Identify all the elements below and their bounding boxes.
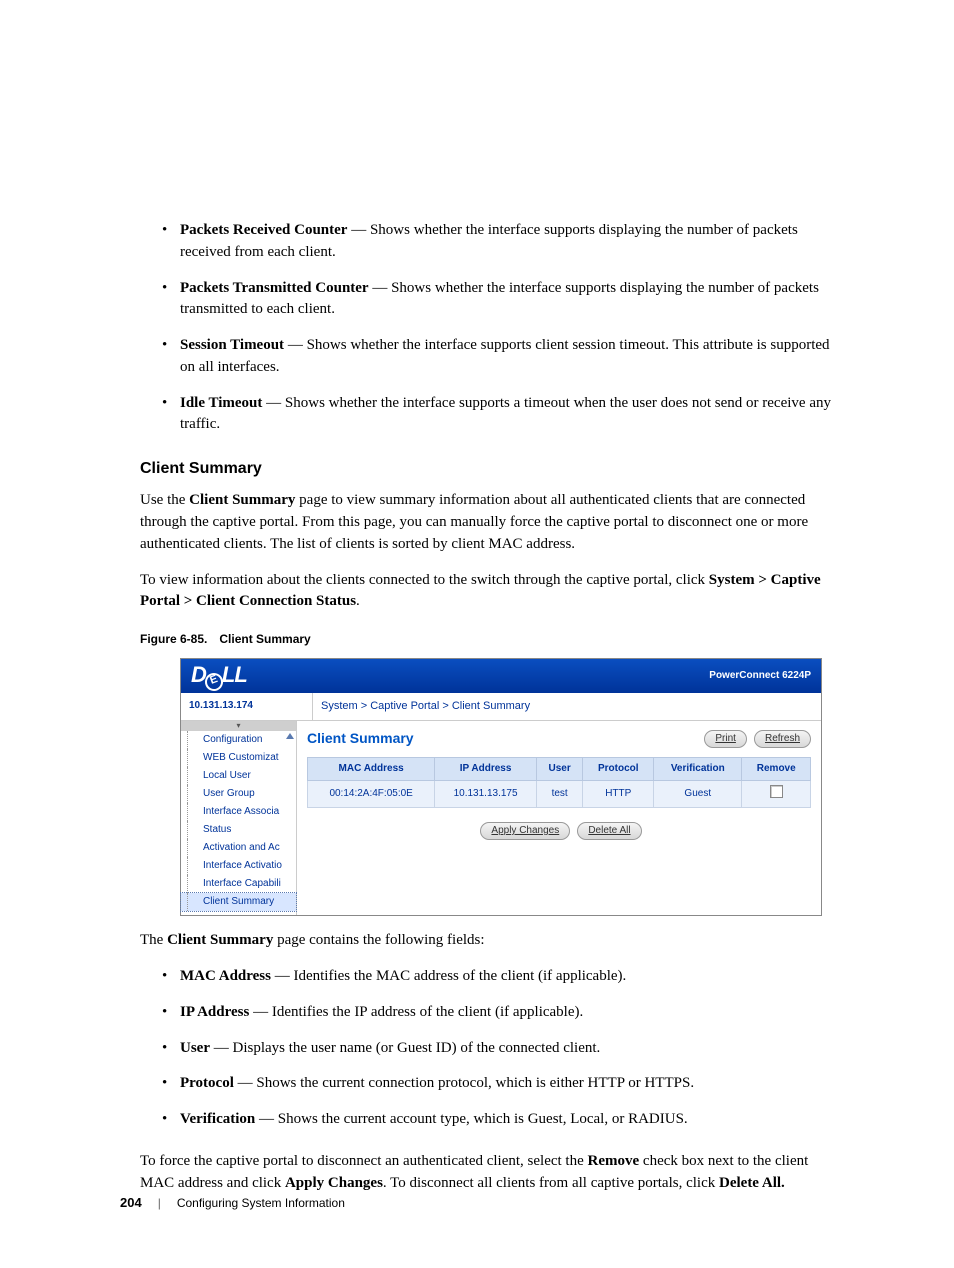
- breadcrumb: System > Captive Portal > Client Summary: [313, 693, 821, 720]
- nav-item-interface-assoc[interactable]: Interface Associa: [181, 803, 296, 821]
- col-verification: Verification: [654, 757, 742, 780]
- figure-caption: Figure 6-85.Client Summary: [140, 631, 839, 648]
- bullet-term: Packets Received Counter: [180, 222, 347, 238]
- col-mac: MAC Address: [308, 757, 435, 780]
- top-bullet-list: Packets Received Counter — Shows whether…: [140, 220, 839, 436]
- nav-item-iface-activation[interactable]: Interface Activatio: [181, 857, 296, 875]
- shot-main: Client Summary Print Refresh MAC Address…: [297, 721, 821, 915]
- page-footer: 204 | Configuring System Information: [120, 1194, 345, 1212]
- refresh-button[interactable]: Refresh: [754, 730, 811, 748]
- print-button[interactable]: Print: [704, 730, 747, 748]
- bottom-bullet-list: MAC Address — Identifies the MAC address…: [140, 966, 839, 1131]
- nav-item-web-customizat[interactable]: WEB Customizat: [181, 749, 296, 767]
- nav-item-user-group[interactable]: User Group: [181, 785, 296, 803]
- screenshot: DELL PowerConnect 6224P 10.131.13.174 Sy…: [180, 658, 822, 916]
- bullet-item: Packets Received Counter — Shows whether…: [180, 220, 839, 264]
- bullet-term: Packets Transmitted Counter: [180, 280, 369, 296]
- bullet-term: IP Address: [180, 1004, 249, 1020]
- scroll-up-icon[interactable]: ▾: [181, 721, 296, 731]
- bullet-term: MAC Address: [180, 968, 271, 984]
- nav-item-iface-capability[interactable]: Interface Capabili: [181, 875, 296, 893]
- cell-proto: HTTP: [583, 780, 654, 807]
- bullet-item: Session Timeout — Shows whether the inte…: [180, 335, 839, 379]
- nav-tree[interactable]: ▾ Configuration WEB Customizat Local Use…: [181, 721, 297, 915]
- nav-item-status[interactable]: Status: [181, 821, 296, 839]
- col-user: User: [536, 757, 583, 780]
- paragraph-1: Use the Client Summary page to view summ…: [140, 490, 839, 555]
- apply-changes-button[interactable]: Apply Changes: [480, 822, 570, 840]
- bullet-term: User: [180, 1040, 210, 1056]
- remove-checkbox[interactable]: [770, 785, 783, 798]
- bullet-item: Protocol — Shows the current connection …: [180, 1073, 839, 1095]
- paragraph-4: To force the captive portal to disconnec…: [140, 1151, 839, 1195]
- cell-ip: 10.131.13.175: [435, 780, 537, 807]
- paragraph-3: The Client Summary page contains the fol…: [140, 930, 839, 952]
- bullet-item: Verification — Shows the current account…: [180, 1109, 839, 1131]
- cell-user: test: [536, 780, 583, 807]
- cell-ver: Guest: [654, 780, 742, 807]
- panel-title: Client Summary: [307, 729, 414, 749]
- bullet-desc: — Identifies the IP address of the clien…: [249, 1004, 583, 1020]
- cell-remove: [742, 780, 811, 807]
- shot-subheader: 10.131.13.174 System > Captive Portal > …: [181, 693, 821, 721]
- chapter-title: Configuring System Information: [177, 1195, 345, 1212]
- bullet-item: Idle Timeout — Shows whether the interfa…: [180, 393, 839, 437]
- bullet-item: IP Address — Identifies the IP address o…: [180, 1002, 839, 1024]
- device-ip: 10.131.13.174: [181, 693, 313, 720]
- bullet-desc: — Shows the current account type, which …: [255, 1111, 687, 1127]
- client-table: MAC Address IP Address User Protocol Ver…: [307, 757, 811, 808]
- dell-logo: DELL: [191, 660, 247, 691]
- bullet-term: Protocol: [180, 1075, 234, 1091]
- bullet-term: Verification: [180, 1111, 255, 1127]
- bullet-desc: — Identifies the MAC address of the clie…: [271, 968, 626, 984]
- section-heading: Client Summary: [140, 458, 839, 480]
- device-model: PowerConnect 6224P: [709, 669, 811, 683]
- footer-separator: |: [158, 1195, 161, 1212]
- table-row: 00:14:2A:4F:05:0E 10.131.13.175 test HTT…: [308, 780, 811, 807]
- col-protocol: Protocol: [583, 757, 654, 780]
- delete-all-button[interactable]: Delete All: [577, 822, 641, 840]
- paragraph-2: To view information about the clients co…: [140, 570, 839, 614]
- col-ip: IP Address: [435, 757, 537, 780]
- shot-header: DELL PowerConnect 6224P: [181, 659, 821, 693]
- bullet-desc: — Shows the current connection protocol,…: [234, 1075, 694, 1091]
- page-number: 204: [120, 1194, 142, 1212]
- col-remove: Remove: [742, 757, 811, 780]
- bullet-desc: — Displays the user name (or Guest ID) o…: [210, 1040, 600, 1056]
- bullet-item: MAC Address — Identifies the MAC address…: [180, 966, 839, 988]
- bullet-item: User — Displays the user name (or Guest …: [180, 1038, 839, 1060]
- cell-mac: 00:14:2A:4F:05:0E: [308, 780, 435, 807]
- bullet-term: Idle Timeout: [180, 395, 262, 411]
- bullet-item: Packets Transmitted Counter — Shows whet…: [180, 278, 839, 322]
- nav-item-activation[interactable]: Activation and Ac: [181, 839, 296, 857]
- nav-item-configuration[interactable]: Configuration: [181, 731, 296, 749]
- nav-item-client-summary[interactable]: Client Summary: [181, 893, 296, 911]
- bullet-term: Session Timeout: [180, 337, 284, 353]
- nav-item-local-user[interactable]: Local User: [181, 767, 296, 785]
- bullet-desc: — Shows whether the interface supports a…: [180, 395, 831, 433]
